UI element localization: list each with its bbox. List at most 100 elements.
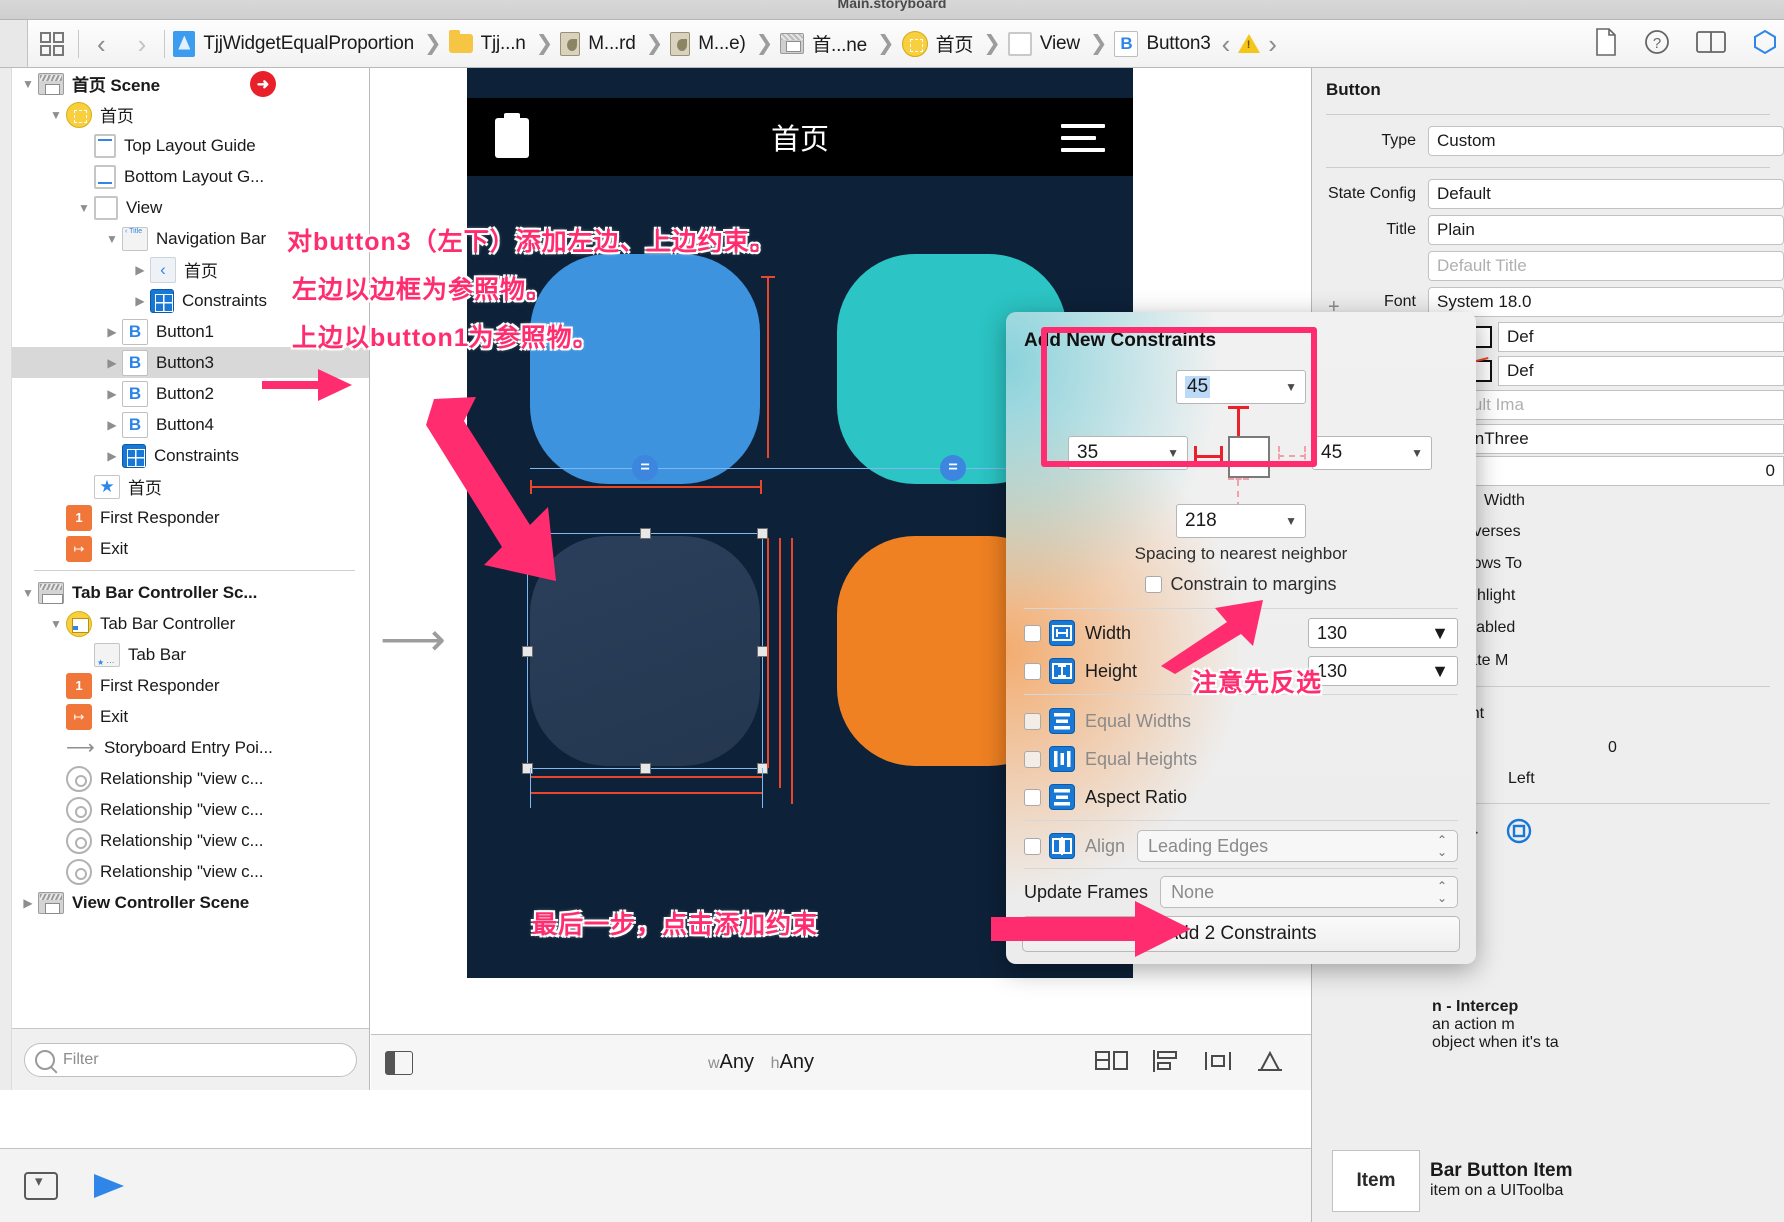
stepper-icon[interactable]: ⌃ ⌄ xyxy=(1437,880,1447,904)
outline-row[interactable]: 首页 xyxy=(12,99,369,130)
shadow-color-value[interactable]: Def xyxy=(1498,356,1784,386)
disclosure-triangle-icon[interactable] xyxy=(46,108,66,122)
text-color-value[interactable]: Def xyxy=(1498,322,1784,352)
breadcrumb-item-view[interactable]: View xyxy=(1007,31,1083,56)
outline-row[interactable]: B Button2 xyxy=(12,378,369,409)
stepper-icon[interactable]: ⌃ ⌄ xyxy=(1437,834,1447,858)
disclosure-triangle-icon[interactable] xyxy=(102,418,122,432)
outline-row[interactable]: B Button4 xyxy=(12,409,369,440)
outline-row[interactable]: Relationship "view c... xyxy=(12,763,369,794)
breadcrumb-item-project[interactable]: TjjWidgetEqualProportion xyxy=(173,30,417,57)
alignment-icon[interactable] xyxy=(1506,818,1532,847)
back-icon[interactable]: ‹ xyxy=(81,31,122,57)
equal-width-badge[interactable]: = xyxy=(632,455,658,481)
chevron-down-icon[interactable]: ▼ xyxy=(1411,446,1423,460)
height-value[interactable]: 130 ▼ xyxy=(1308,656,1458,686)
resize-handle[interactable] xyxy=(522,528,533,539)
help-icon[interactable]: ? xyxy=(1644,29,1670,58)
disclosure-triangle-icon[interactable] xyxy=(102,325,122,339)
outline-row[interactable]: 1 First Responder xyxy=(12,502,369,533)
issue-prev-icon[interactable]: ‹ xyxy=(1214,31,1239,57)
shadow-offset-value[interactable]: 0 xyxy=(1428,456,1784,486)
resize-handle[interactable] xyxy=(522,646,533,657)
chevron-down-icon[interactable]: ▼ xyxy=(1285,514,1297,528)
outline-row[interactable]: Tab Bar Controller Sc... xyxy=(12,577,369,608)
image-input[interactable]: Default Ima xyxy=(1428,390,1784,420)
outline-row[interactable]: ⟶ Storyboard Entry Poi... xyxy=(12,732,369,763)
disclosure-triangle-icon[interactable] xyxy=(18,77,38,91)
inspector-row-type[interactable]: Type Custom xyxy=(1312,123,1784,159)
filter-input[interactable]: Filter xyxy=(24,1042,357,1077)
breadcrumb-item-storyboard-variant[interactable]: M...e) xyxy=(670,31,748,56)
width-checkbox[interactable] xyxy=(1024,624,1041,642)
align-select[interactable]: Leading Edges ⌃ ⌄ xyxy=(1137,830,1458,862)
outline-row[interactable]: Relationship "view c... xyxy=(12,856,369,887)
equal-widths-checkbox[interactable] xyxy=(1024,712,1041,730)
chevron-down-icon[interactable]: ▼ xyxy=(1431,623,1449,644)
spacing-bottom-input[interactable]: 218 ▼ xyxy=(1176,504,1306,538)
forward-icon[interactable]: › xyxy=(122,31,163,57)
align-row[interactable]: Align Leading Edges ⌃ ⌄ xyxy=(1006,828,1476,864)
align-icon[interactable] xyxy=(1151,1048,1181,1077)
spacing-right-input[interactable]: 45 ▼ xyxy=(1312,436,1432,470)
disclosure-triangle-icon[interactable] xyxy=(102,387,122,401)
update-frames-row[interactable]: Update Frames None ⌃ ⌄ xyxy=(1006,874,1476,910)
outline-row[interactable]: View xyxy=(12,192,369,223)
aspect-ratio-checkbox[interactable] xyxy=(1024,788,1041,806)
default-title-input[interactable]: Default Title xyxy=(1428,251,1784,281)
entry-point-arrow-icon[interactable]: ➜ xyxy=(250,70,277,97)
disclosure-triangle-icon[interactable] xyxy=(18,586,38,600)
outline-row[interactable]: ↦ Exit xyxy=(12,701,369,732)
warning-triangle-icon[interactable] xyxy=(1238,34,1261,53)
related-items-icon[interactable] xyxy=(28,20,76,67)
disclosure-triangle-icon[interactable] xyxy=(18,896,38,910)
outline-row[interactable]: Tab Bar xyxy=(12,639,369,670)
issue-next-icon[interactable]: › xyxy=(1260,31,1285,57)
inspector-row-title[interactable]: Title Plain xyxy=(1312,212,1784,248)
assistant-editor-icon[interactable] xyxy=(1696,30,1726,57)
outline-row[interactable]: Bottom Layout G... xyxy=(12,161,369,192)
add-constraints-button[interactable]: Add 2 Constraints xyxy=(1022,916,1460,952)
outline-row[interactable]: Relationship "view c... xyxy=(12,825,369,856)
align-checkbox[interactable] xyxy=(1024,837,1041,855)
title-select[interactable]: Plain xyxy=(1428,215,1784,245)
outline-row[interactable]: Constraints xyxy=(12,440,369,471)
hamburger-menu-icon[interactable] xyxy=(1061,124,1105,152)
breadcrumb-item-view-controller[interactable]: 首页 xyxy=(901,30,977,57)
outline-row[interactable]: 1 First Responder xyxy=(12,670,369,701)
breadcrumb-item-storyboard[interactable]: M...rd xyxy=(560,31,638,56)
resize-handle[interactable] xyxy=(640,763,651,774)
equal-heights-checkbox[interactable] xyxy=(1024,750,1041,768)
size-class-label[interactable]: wAny hAny xyxy=(427,1051,1095,1074)
outline-row[interactable]: Top Layout Guide xyxy=(12,130,369,161)
disclosure-triangle-icon[interactable] xyxy=(102,356,122,370)
outline-tree[interactable]: 首页 Scene ➜ 首页 Top Layout Guide Bottom Layout… xyxy=(12,68,369,1028)
breakpoint-icon[interactable] xyxy=(24,1171,58,1200)
constrain-to-margins-row[interactable]: Constrain to margins xyxy=(1006,574,1476,595)
disclosure-triangle-icon[interactable] xyxy=(102,449,122,463)
embed-in-icon[interactable] xyxy=(1095,1048,1129,1077)
item[interactable]: Item xyxy=(1332,1150,1420,1212)
height-checkbox[interactable] xyxy=(1024,662,1041,680)
resize-handle[interactable] xyxy=(522,763,533,774)
constraint-row-equal-heights[interactable]: Equal Heights xyxy=(1006,740,1476,778)
outline-row[interactable]: View Controller Scene xyxy=(12,887,369,918)
constrain-to-margins-checkbox[interactable] xyxy=(1145,576,1163,593)
clipboard-icon[interactable] xyxy=(495,113,529,158)
type-select[interactable]: Custom xyxy=(1428,126,1784,156)
breadcrumb-item-folder[interactable]: Tjj...n xyxy=(448,30,529,55)
step-flag-icon[interactable] xyxy=(94,1173,124,1198)
inspector-row-default-title[interactable]: Default Title xyxy=(1312,248,1784,284)
constraint-row-width[interactable]: Width 130 ▼ xyxy=(1006,614,1476,652)
update-frames-select[interactable]: None ⌃ ⌄ xyxy=(1160,876,1458,908)
disclosure-triangle-icon[interactable] xyxy=(130,263,150,277)
outline-row[interactable]: Tab Bar Controller xyxy=(12,608,369,639)
toggle-document-outline-icon[interactable] xyxy=(385,1050,413,1075)
constraint-row-equal-widths[interactable]: Equal Widths xyxy=(1006,702,1476,740)
pin-icon[interactable] xyxy=(1203,1048,1233,1077)
chevron-down-icon[interactable]: ▼ xyxy=(1431,661,1449,682)
outline-row[interactable]: 首页 Scene ➜ xyxy=(12,68,369,99)
identifier-input[interactable]: buttonThree xyxy=(1428,424,1784,454)
breadcrumb-item-scene[interactable]: 首...ne xyxy=(780,30,870,57)
disclosure-triangle-icon[interactable] xyxy=(102,232,122,246)
